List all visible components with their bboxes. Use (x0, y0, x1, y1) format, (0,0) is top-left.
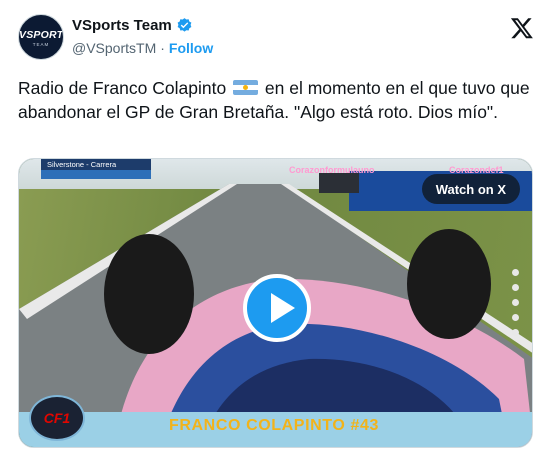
tweet-text-part-1: Radio de Franco Colapinto (18, 78, 227, 98)
author-name-row: VSports Team (72, 17, 193, 34)
control-dot-2 (512, 284, 519, 291)
video-bottom-title: FRANCO COLAPINTO #43 (169, 417, 379, 434)
play-button-icon[interactable] (243, 274, 311, 342)
argentina-flag-icon (233, 80, 259, 95)
control-dot-5 (512, 329, 519, 336)
control-dot-1 (512, 269, 519, 276)
tweet-card: VSPORTS TEAM VSports Team @VSportsTM · F… (0, 0, 550, 458)
avatar[interactable]: VSPORTS TEAM (18, 14, 64, 60)
verified-badge-icon (177, 18, 192, 32)
avatar-logo-text: VSPORTS (19, 29, 64, 41)
separator-dot: · (160, 40, 165, 56)
cf1-logo: CF1 (29, 395, 85, 441)
onboard-side-controls (512, 269, 522, 344)
tweet-text: Radio de Franco Colapinto en el momento … (18, 76, 533, 124)
x-logo-icon[interactable] (510, 16, 534, 40)
author-display-name[interactable]: VSports Team (72, 17, 172, 34)
avatar-logo-subtext: TEAM (32, 42, 50, 47)
control-dot-3 (512, 299, 519, 306)
video-player[interactable]: Silverstone - Carrera Corazonformulauno … (18, 158, 533, 448)
watch-on-x-button[interactable]: Watch on X (421, 174, 520, 204)
author-handle-row: @VSportsTM · Follow (72, 40, 213, 56)
race-overlay-label: Silverstone - Carrera (41, 159, 151, 170)
author-handle[interactable]: @VSportsTM (72, 40, 156, 56)
follow-button[interactable]: Follow (169, 40, 213, 56)
watermark-left: Corazonformulauno (289, 165, 375, 175)
race-overlay-bar (41, 170, 151, 179)
control-dot-4 (512, 314, 519, 321)
